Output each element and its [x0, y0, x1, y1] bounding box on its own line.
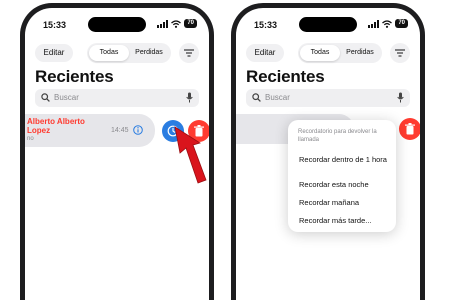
edit-button[interactable]: Editar [35, 44, 73, 62]
segment-missed[interactable]: Perdidas [340, 45, 380, 61]
page-title: Recientes [35, 67, 114, 86]
signal-icon [368, 19, 380, 28]
battery-indicator: 70 [395, 19, 408, 28]
reminder-menu: Recordatorio para devolver la llamada Re… [288, 120, 396, 232]
status-time: 15:33 [254, 20, 278, 30]
search-input[interactable]: Buscar [265, 93, 290, 102]
segment-all[interactable]: Todas [300, 45, 340, 61]
delete-button[interactable] [399, 118, 420, 140]
status-icons: 70 [157, 19, 197, 28]
dynamic-island [299, 17, 357, 32]
filter-segmented-control[interactable]: Todas Perdidas [87, 43, 171, 63]
search-bar[interactable]: Buscar [35, 89, 199, 107]
mic-icon[interactable] [186, 92, 193, 103]
menu-item-remind-tomorrow[interactable]: Recordar mañana [299, 197, 389, 208]
filter-button[interactable] [390, 43, 410, 63]
filter-icon [395, 49, 405, 57]
wifi-icon [171, 19, 182, 28]
phone-right: 15:33 70 Editar Todas Perdidas Recientes… [231, 3, 425, 300]
segment-missed[interactable]: Perdidas [129, 45, 169, 61]
menu-item-remind-1-hour[interactable]: Recordar dentro de 1 hora [299, 154, 389, 165]
search-input[interactable]: Buscar [54, 93, 79, 102]
menu-header: Recordatorio para devolver la llamada [298, 129, 377, 143]
screen: 15:33 70 Editar Todas Perdidas Recientes… [236, 8, 420, 300]
phone-left: 15:33 70 Editar Todas Perdidas Recientes… [20, 3, 214, 300]
segment-all[interactable]: Todas [89, 45, 129, 61]
battery-indicator: 70 [184, 19, 197, 28]
status-icons: 70 [368, 19, 408, 28]
filter-icon [184, 49, 194, 57]
signal-icon [157, 19, 169, 28]
menu-item-remind-later[interactable]: Recordar más tarde... [299, 215, 389, 226]
page-title: Recientes [246, 67, 325, 86]
menu-item-remind-tonight[interactable]: Recordar esta noche [299, 179, 389, 190]
search-icon [41, 93, 50, 102]
edit-button[interactable]: Editar [246, 44, 284, 62]
status-time: 15:33 [43, 20, 67, 30]
filter-segmented-control[interactable]: Todas Perdidas [298, 43, 382, 63]
filter-button[interactable] [179, 43, 199, 63]
search-icon [252, 93, 261, 102]
mic-icon[interactable] [397, 92, 404, 103]
caller-subtitle: no [27, 136, 34, 142]
annotation-arrow [174, 126, 207, 184]
info-icon[interactable] [133, 125, 143, 135]
call-list-item[interactable]: Alberto Alberto Lopez no 14:45 [25, 114, 155, 147]
caller-name: Alberto Alberto Lopez [27, 117, 85, 135]
call-time: 14:45 [111, 127, 129, 134]
trash-icon [405, 123, 415, 135]
dynamic-island [88, 17, 146, 32]
wifi-icon [382, 19, 393, 28]
search-bar[interactable]: Buscar [246, 89, 410, 107]
